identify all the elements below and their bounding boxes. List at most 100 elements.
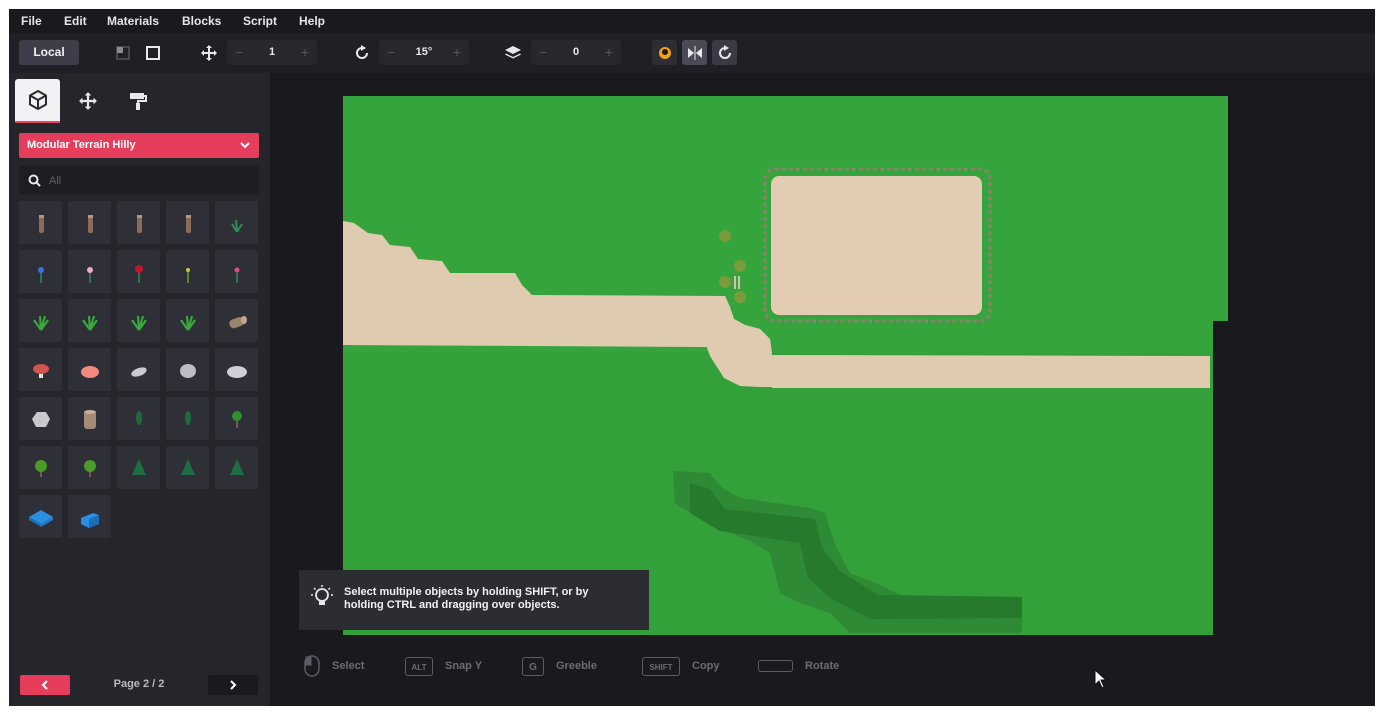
block-item-grass-clump[interactable] <box>166 299 209 342</box>
chevron-right-icon <box>230 680 237 690</box>
tab-blocks[interactable] <box>15 79 60 123</box>
block-item-flat-stone[interactable] <box>117 348 160 391</box>
grass-tuft-icon <box>230 219 243 233</box>
block-item-yellow-sprout[interactable] <box>166 250 209 293</box>
block-item-log-post[interactable] <box>68 201 111 244</box>
pager: Page 2 / 2 <box>9 675 270 701</box>
stump-icon <box>83 409 96 429</box>
cube-icon <box>28 90 47 110</box>
search-input[interactable] <box>47 171 251 191</box>
block-item-log-post[interactable] <box>117 201 160 244</box>
hint-rotate: Rotate <box>758 654 839 678</box>
block-item-round-tree[interactable] <box>19 446 62 489</box>
block-item-red-mushroom[interactable] <box>19 348 62 391</box>
camera-eye-icon[interactable] <box>652 40 677 65</box>
rotate-step-stepper[interactable]: − 15° + <box>379 40 469 65</box>
fence-post <box>734 276 736 289</box>
rotate-step-increment[interactable]: + <box>445 40 469 65</box>
menu-blocks[interactable]: Blocks <box>182 14 221 28</box>
block-item-grass-clump[interactable] <box>117 299 160 342</box>
block-item-wide-stone[interactable] <box>215 348 258 391</box>
search-icon <box>28 174 41 187</box>
fallen-log-icon <box>228 315 247 328</box>
cypress-tree-icon <box>184 410 191 425</box>
local-space-button[interactable]: Local <box>19 40 79 65</box>
grass-clump-icon <box>179 315 196 331</box>
layer-increment[interactable]: + <box>597 40 621 65</box>
pine-tree-icon <box>229 458 244 475</box>
reset-rotation-icon[interactable] <box>712 40 737 65</box>
hint-snap-y: ALT Snap Y <box>405 654 482 678</box>
block-item-grass-tuft[interactable] <box>215 201 258 244</box>
block-item-fallen-log[interactable] <box>215 299 258 342</box>
blue-flower-icon <box>37 266 44 283</box>
bounding-box-icon[interactable] <box>140 40 165 65</box>
next-page-button[interactable] <box>208 675 258 695</box>
block-item-pink-flower[interactable] <box>68 250 111 293</box>
layer-stepper[interactable]: − 0 + <box>531 40 621 65</box>
block-item-round-stone[interactable] <box>166 348 209 391</box>
block-item-pine-tree[interactable] <box>117 446 160 489</box>
block-item-blue-tile[interactable] <box>19 495 62 538</box>
tip-panel: Select multiple objects by holding SHIFT… <box>299 570 649 630</box>
block-item-grass-clump[interactable] <box>19 299 62 342</box>
hint-copy: SHIFT Copy <box>642 654 720 678</box>
hint-snap-y-label: Snap Y <box>445 660 483 672</box>
snap-grid-icon[interactable] <box>110 40 135 65</box>
block-item-log-post[interactable] <box>166 201 209 244</box>
mouse-cursor-icon <box>1094 669 1108 689</box>
move-step-decrement[interactable]: − <box>227 40 251 65</box>
menu-materials[interactable]: Materials <box>107 14 159 28</box>
hint-greeble: G Greeble <box>522 654 597 678</box>
boulder-icon <box>31 411 50 427</box>
move-step-stepper[interactable]: − 1 + <box>227 40 317 65</box>
block-item-small-tree[interactable] <box>215 397 258 440</box>
menu-script[interactable]: Script <box>243 14 277 28</box>
menu-edit[interactable]: Edit <box>64 14 87 28</box>
rotate-icon <box>349 40 374 65</box>
category-dropdown[interactable]: Modular Terrain Hilly <box>19 133 259 158</box>
tab-transform[interactable] <box>65 79 110 123</box>
block-item-round-tree[interactable] <box>68 446 111 489</box>
menu-bar: File Edit Materials Blocks Script Help <box>9 9 1375 33</box>
block-item-grass-clump[interactable] <box>68 299 111 342</box>
sand-pen <box>771 176 982 315</box>
block-item-pine-tree[interactable] <box>215 446 258 489</box>
block-item-blue-flower[interactable] <box>19 250 62 293</box>
block-item-pink-bud[interactable] <box>215 250 258 293</box>
move-step-value[interactable]: 1 <box>251 40 293 65</box>
g-key-icon: G <box>522 656 544 676</box>
yellow-sprout-icon <box>185 267 190 283</box>
block-item-blue-ramp[interactable] <box>68 495 111 538</box>
block-item-log-post[interactable] <box>19 201 62 244</box>
layer-value[interactable]: 0 <box>555 40 597 65</box>
mirror-icon[interactable] <box>682 40 707 65</box>
scene-viewport[interactable]: Select multiple objects by holding SHIFT… <box>270 73 1375 706</box>
block-item-cypress-tree[interactable] <box>166 397 209 440</box>
rotate-step-value[interactable]: 15° <box>403 40 445 65</box>
block-item-stump[interactable] <box>68 397 111 440</box>
rotate-step-decrement[interactable]: − <box>379 40 403 65</box>
block-item-red-flower[interactable] <box>117 250 160 293</box>
layers-icon <box>500 40 525 65</box>
grass-clump-icon <box>130 315 147 331</box>
block-item-pink-rock[interactable] <box>68 348 111 391</box>
block-item-boulder[interactable] <box>19 397 62 440</box>
menu-file[interactable]: File <box>21 14 42 28</box>
prev-page-button[interactable] <box>20 675 70 695</box>
tab-paint[interactable] <box>115 79 160 123</box>
paint-roller-icon <box>129 93 147 110</box>
move-step-increment[interactable]: + <box>293 40 317 65</box>
category-dropdown-label: Modular Terrain Hilly <box>27 139 136 151</box>
chevron-left-icon <box>41 680 48 690</box>
cypress-tree-icon <box>135 410 142 425</box>
layer-decrement[interactable]: − <box>531 40 555 65</box>
hint-select-label: Select <box>332 660 365 672</box>
menu-help[interactable]: Help <box>299 14 325 28</box>
mouse-icon <box>304 655 320 677</box>
block-item-pine-tree[interactable] <box>166 446 209 489</box>
pink-rock-icon <box>80 365 99 378</box>
block-item-cypress-tree[interactable] <box>117 397 160 440</box>
log-post-icon <box>38 214 44 233</box>
blue-ramp-icon <box>80 512 99 528</box>
